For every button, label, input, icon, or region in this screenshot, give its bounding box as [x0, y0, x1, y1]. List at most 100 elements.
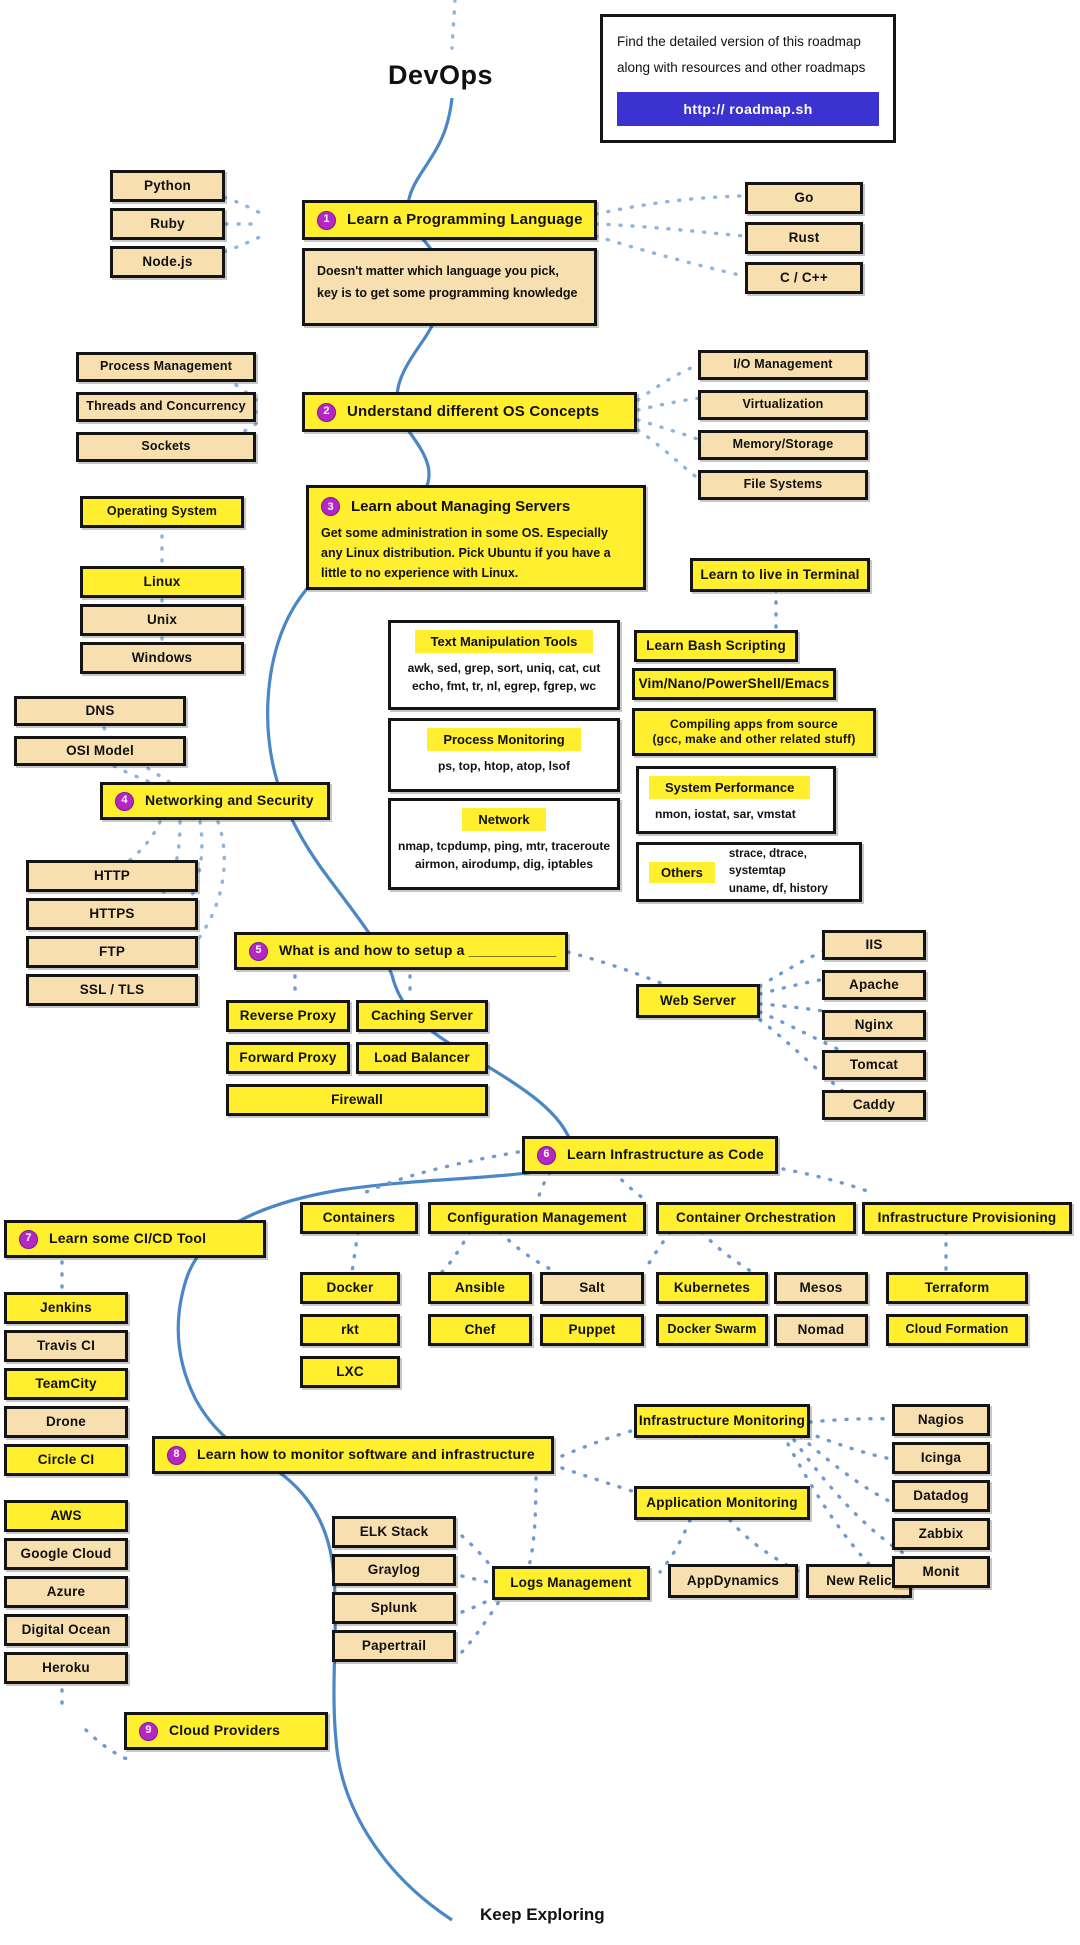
- text-manipulation-title: Text Manipulation Tools: [414, 630, 594, 653]
- log-papertrail[interactable]: Papertrail: [332, 1630, 456, 1662]
- iac-salt[interactable]: Salt: [540, 1272, 644, 1304]
- net-osi-model[interactable]: OSI Model: [14, 736, 186, 766]
- step-5-header[interactable]: 5 What is and how to setup a ___________: [234, 932, 568, 970]
- webserver-tomcat[interactable]: Tomcat: [822, 1050, 926, 1080]
- step-4-header[interactable]: 4 Networking and Security: [100, 782, 330, 820]
- others-title: Others: [649, 861, 715, 883]
- os-io-management[interactable]: I/O Management: [698, 350, 868, 380]
- cicd-teamcity[interactable]: TeamCity: [4, 1368, 128, 1400]
- setup-firewall[interactable]: Firewall: [226, 1084, 488, 1116]
- os-unix[interactable]: Unix: [80, 604, 244, 636]
- log-graylog[interactable]: Graylog: [332, 1554, 456, 1586]
- iac-ansible[interactable]: Ansible: [428, 1272, 532, 1304]
- learn-bash-scripting[interactable]: Learn Bash Scripting: [634, 630, 798, 662]
- net-http[interactable]: HTTP: [26, 860, 198, 892]
- step-9-header[interactable]: 9 Cloud Providers: [124, 1712, 328, 1750]
- iac-kubernetes[interactable]: Kubernetes: [656, 1272, 768, 1304]
- os-windows[interactable]: Windows: [80, 642, 244, 674]
- iac-config-mgmt-header[interactable]: Configuration Management: [428, 1202, 646, 1234]
- step-1-header[interactable]: 1 Learn a Programming Language: [302, 200, 597, 240]
- cloud-google[interactable]: Google Cloud: [4, 1538, 128, 1570]
- cloud-digital-ocean[interactable]: Digital Ocean: [4, 1614, 128, 1646]
- os-process-management[interactable]: Process Management: [76, 352, 256, 382]
- infra-datadog[interactable]: Datadog: [892, 1480, 990, 1512]
- os-memory-storage[interactable]: Memory/Storage: [698, 430, 868, 460]
- step-8-badge: 8: [167, 1445, 186, 1465]
- cicd-circleci[interactable]: Circle CI: [4, 1444, 128, 1476]
- cloud-azure[interactable]: Azure: [4, 1576, 128, 1608]
- cloud-aws[interactable]: AWS: [4, 1500, 128, 1532]
- step-7-header[interactable]: 7 Learn some CI/CD Tool: [4, 1220, 266, 1258]
- application-monitoring[interactable]: Application Monitoring: [634, 1486, 810, 1520]
- iac-containers-header[interactable]: Containers: [300, 1202, 418, 1234]
- cicd-travis[interactable]: Travis CI: [4, 1330, 128, 1362]
- step-8-label: Learn how to monitor software and infras…: [197, 1446, 535, 1463]
- logs-management[interactable]: Logs Management: [492, 1566, 650, 1600]
- cicd-jenkins[interactable]: Jenkins: [4, 1292, 128, 1324]
- setup-reverse-proxy[interactable]: Reverse Proxy: [226, 1000, 350, 1032]
- step-6-header[interactable]: 6 Learn Infrastructure as Code: [522, 1136, 778, 1174]
- net-https[interactable]: HTTPS: [26, 898, 198, 930]
- operating-system[interactable]: Operating System: [80, 496, 244, 528]
- iac-docker[interactable]: Docker: [300, 1272, 400, 1304]
- webserver-iis[interactable]: IIS: [822, 930, 926, 960]
- log-splunk[interactable]: Splunk: [332, 1592, 456, 1624]
- web-server-header[interactable]: Web Server: [636, 984, 760, 1018]
- lang-python[interactable]: Python: [110, 170, 225, 202]
- net-ssl-tls[interactable]: SSL / TLS: [26, 974, 198, 1006]
- iac-rkt[interactable]: rkt: [300, 1314, 400, 1346]
- infrastructure-monitoring[interactable]: Infrastructure Monitoring: [634, 1404, 810, 1438]
- iac-docker-swarm[interactable]: Docker Swarm: [656, 1314, 768, 1346]
- iac-puppet[interactable]: Puppet: [540, 1314, 644, 1346]
- iac-terraform[interactable]: Terraform: [886, 1272, 1028, 1304]
- cloud-heroku[interactable]: Heroku: [4, 1652, 128, 1684]
- os-linux[interactable]: Linux: [80, 566, 244, 598]
- step-3-badge: 3: [321, 497, 340, 516]
- network-title: Network: [462, 808, 546, 831]
- webserver-apache[interactable]: Apache: [822, 970, 926, 1000]
- compiling-from-source[interactable]: Compiling apps from source (gcc, make an…: [632, 708, 876, 756]
- net-ftp[interactable]: FTP: [26, 936, 198, 968]
- lang-c-cpp[interactable]: C / C++: [745, 262, 863, 294]
- others-block: Others strace, dtrace, systemtap uname, …: [636, 842, 862, 902]
- apm-appdynamics[interactable]: AppDynamics: [668, 1564, 798, 1598]
- network-line-2: airmon, airodump, dig, iptables: [414, 857, 594, 871]
- iac-cloud-formation[interactable]: Cloud Formation: [886, 1314, 1028, 1346]
- net-dns[interactable]: DNS: [14, 696, 186, 726]
- os-virtualization[interactable]: Virtualization: [698, 390, 868, 420]
- iac-orchestration-header[interactable]: Container Orchestration: [656, 1202, 856, 1234]
- infra-monit[interactable]: Monit: [892, 1556, 990, 1588]
- cicd-drone[interactable]: Drone: [4, 1406, 128, 1438]
- lang-ruby[interactable]: Ruby: [110, 208, 225, 240]
- iac-chef[interactable]: Chef: [428, 1314, 532, 1346]
- iac-lxc[interactable]: LXC: [300, 1356, 400, 1388]
- infra-zabbix[interactable]: Zabbix: [892, 1518, 990, 1550]
- os-threads-concurrency[interactable]: Threads and Concurrency: [76, 392, 256, 422]
- log-elk-stack[interactable]: ELK Stack: [332, 1516, 456, 1548]
- os-file-systems[interactable]: File Systems: [698, 470, 868, 500]
- roadmap-url-button[interactable]: http:// roadmap.sh: [617, 91, 879, 126]
- iac-mesos[interactable]: Mesos: [774, 1272, 868, 1304]
- lang-nodejs[interactable]: Node.js: [110, 246, 225, 278]
- iac-nomad[interactable]: Nomad: [774, 1314, 868, 1346]
- lang-rust[interactable]: Rust: [745, 222, 863, 254]
- webserver-nginx[interactable]: Nginx: [822, 1010, 926, 1040]
- infra-icinga[interactable]: Icinga: [892, 1442, 990, 1474]
- lang-go[interactable]: Go: [745, 182, 863, 214]
- webserver-caddy[interactable]: Caddy: [822, 1090, 926, 1120]
- step-8-header[interactable]: 8 Learn how to monitor software and infr…: [152, 1436, 554, 1474]
- step-2-header[interactable]: 2 Understand different OS Concepts: [302, 392, 637, 432]
- os-sockets[interactable]: Sockets: [76, 432, 256, 462]
- step-9-badge: 9: [139, 1721, 158, 1741]
- setup-load-balancer[interactable]: Load Balancer: [356, 1042, 488, 1074]
- step-2-label: Understand different OS Concepts: [347, 402, 600, 420]
- editors-shells[interactable]: Vim/Nano/PowerShell/Emacs: [632, 668, 836, 700]
- setup-caching-server[interactable]: Caching Server: [356, 1000, 488, 1032]
- learn-terminal-header[interactable]: Learn to live in Terminal: [690, 558, 870, 592]
- infra-nagios[interactable]: Nagios: [892, 1404, 990, 1436]
- step-3-panel[interactable]: 3 Learn about Managing Servers Get some …: [306, 485, 646, 590]
- iac-provisioning-header[interactable]: Infrastructure Provisioning: [862, 1202, 1072, 1234]
- step-5-badge: 5: [249, 941, 268, 961]
- process-monitoring-title: Process Monitoring: [427, 728, 581, 751]
- setup-forward-proxy[interactable]: Forward Proxy: [226, 1042, 350, 1074]
